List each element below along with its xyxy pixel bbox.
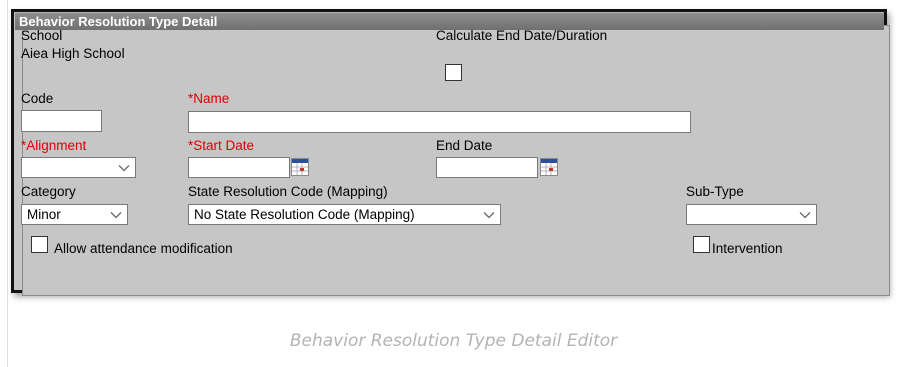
category-select-value: Minor	[27, 207, 61, 222]
chevron-down-icon	[110, 212, 122, 219]
intervention-checkbox[interactable]	[693, 236, 710, 253]
state-code-select-value: No State Resolution Code (Mapping)	[194, 207, 415, 222]
code-input[interactable]	[21, 110, 102, 132]
state-code-select[interactable]: No State Resolution Code (Mapping)	[188, 204, 501, 225]
intervention-label: Intervention	[712, 241, 783, 256]
state-code-label: State Resolution Code (Mapping)	[188, 184, 388, 199]
calculate-end-date-checkbox[interactable]	[445, 64, 462, 81]
subtype-select[interactable]	[686, 204, 817, 225]
figure-caption: Behavior Resolution Type Detail Editor	[289, 331, 618, 351]
category-select[interactable]: Minor	[21, 204, 128, 225]
allow-attendance-modification-label: Allow attendance modification	[54, 241, 233, 256]
calculate-end-date-label: Calculate End Date/Duration	[436, 28, 608, 43]
allow-attendance-modification-checkbox[interactable]	[31, 236, 48, 253]
start-date-label: *Start Date	[188, 138, 255, 153]
chevron-down-icon	[799, 212, 811, 219]
alignment-select[interactable]	[21, 157, 136, 178]
alignment-label: *Alignment	[21, 138, 87, 153]
name-input[interactable]	[188, 111, 691, 133]
calendar-icon[interactable]	[540, 158, 558, 176]
start-date-input[interactable]	[188, 157, 290, 178]
left-rule	[7, 0, 8, 367]
end-date-input[interactable]	[436, 157, 538, 178]
school-label: School	[21, 28, 63, 43]
chevron-down-icon	[118, 165, 130, 172]
code-label: Code	[21, 91, 54, 106]
panel-title: Behavior Resolution Type Detail	[19, 14, 218, 29]
school-value: Aiea High School	[21, 46, 125, 61]
category-label: Category	[21, 184, 76, 199]
name-label: *Name	[188, 91, 230, 106]
end-date-label: End Date	[436, 138, 493, 153]
chevron-down-icon	[483, 212, 495, 219]
subtype-label: Sub-Type	[686, 184, 744, 199]
calendar-icon[interactable]	[291, 158, 309, 176]
